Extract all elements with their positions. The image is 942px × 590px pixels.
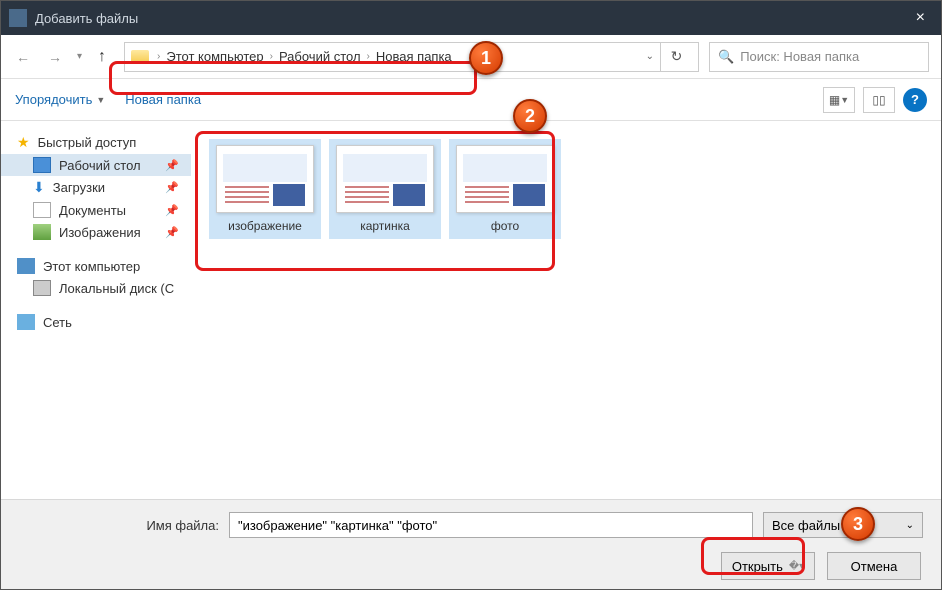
sidebar-item-pictures[interactable]: Изображения 📌 <box>1 221 191 243</box>
chevron-right-icon: › <box>268 51 275 62</box>
breadcrumb-segment[interactable]: Рабочий стол <box>275 49 365 64</box>
filename-label: Имя файла: <box>19 518 219 533</box>
file-list[interactable]: изображение картинка фото <box>191 121 941 501</box>
callout-3: 3 <box>841 507 875 541</box>
refresh-button[interactable]: ↻ <box>660 42 692 72</box>
pc-icon <box>17 258 35 274</box>
window-titlebar: Добавить файлы × <box>1 1 941 35</box>
toolbar: Упорядочить ▼ Новая папка ▦▼ ▯▯ ? <box>1 79 941 121</box>
sidebar-item-downloads[interactable]: ⬇ Загрузки 📌 <box>1 176 191 199</box>
organize-button[interactable]: Упорядочить ▼ <box>15 92 105 107</box>
pin-icon: 📌 <box>165 159 179 172</box>
file-label: изображение <box>228 219 302 233</box>
chevron-down-icon: ▼ <box>96 95 105 105</box>
sidebar-item-local-disk[interactable]: Локальный диск (C <box>1 277 191 299</box>
app-icon <box>9 9 27 27</box>
search-icon: 🔍 <box>718 49 734 65</box>
history-dropdown[interactable]: ▾ <box>73 51 86 62</box>
chevron-down-icon: ⌄ <box>906 520 914 531</box>
view-mode-button[interactable]: ▦▼ <box>823 87 855 113</box>
sidebar-this-pc[interactable]: Этот компьютер <box>1 255 191 277</box>
open-button[interactable]: Открыть �▾ <box>721 552 815 580</box>
thumbnail-icon <box>216 145 314 213</box>
document-icon <box>33 202 51 218</box>
window-title: Добавить файлы <box>35 11 908 26</box>
search-input[interactable]: 🔍 Поиск: Новая папка <box>709 42 929 72</box>
chevron-right-icon: › <box>155 51 162 62</box>
sidebar-item-desktop[interactable]: Рабочий стол 📌 <box>1 154 191 176</box>
new-folder-button[interactable]: Новая папка <box>125 92 201 107</box>
desktop-icon <box>33 157 51 173</box>
star-icon: ★ <box>17 134 30 151</box>
breadcrumb-segment[interactable]: Новая папка <box>372 49 456 64</box>
sidebar-item-documents[interactable]: Документы 📌 <box>1 199 191 221</box>
breadcrumb-segment[interactable]: Этот компьютер <box>162 49 267 64</box>
sidebar-network[interactable]: Сеть <box>1 311 191 333</box>
preview-pane-button[interactable]: ▯▯ <box>863 87 895 113</box>
pictures-icon <box>33 224 51 240</box>
forward-button: → <box>41 43 69 71</box>
cancel-button[interactable]: Отмена <box>827 552 921 580</box>
main-area: ★ Быстрый доступ Рабочий стол 📌 ⬇ Загруз… <box>1 121 941 501</box>
pin-icon: 📌 <box>165 204 179 217</box>
filename-input[interactable] <box>229 512 753 538</box>
help-button[interactable]: ? <box>903 88 927 112</box>
pin-icon: 📌 <box>165 181 179 194</box>
file-item[interactable]: изображение <box>209 139 321 239</box>
thumbnail-icon <box>456 145 554 213</box>
thumbnail-icon <box>336 145 434 213</box>
download-icon: ⬇ <box>33 179 45 196</box>
callout-1: 1 <box>469 41 503 75</box>
file-item[interactable]: картинка <box>329 139 441 239</box>
search-placeholder: Поиск: Новая папка <box>740 49 859 64</box>
address-dropdown-icon[interactable]: ⌄ <box>640 51 660 62</box>
file-item[interactable]: фото <box>449 139 561 239</box>
file-label: картинка <box>360 219 410 233</box>
disk-icon <box>33 280 51 296</box>
up-button[interactable]: ↑ <box>90 45 114 69</box>
callout-2: 2 <box>513 99 547 133</box>
address-bar[interactable]: › Этот компьютер › Рабочий стол › Новая … <box>124 42 699 72</box>
split-dropdown-icon[interactable]: �▾ <box>789 561 804 572</box>
chevron-right-icon: › <box>365 51 372 62</box>
navigation-sidebar: ★ Быстрый доступ Рабочий стол 📌 ⬇ Загруз… <box>1 121 191 501</box>
close-icon[interactable]: × <box>908 9 933 27</box>
network-icon <box>17 314 35 330</box>
back-button[interactable]: ← <box>9 43 37 71</box>
pin-icon: 📌 <box>165 226 179 239</box>
sidebar-quick-access[interactable]: ★ Быстрый доступ <box>1 131 191 154</box>
file-label: фото <box>491 219 519 233</box>
bottom-panel: Имя файла: Все файлы (*.*) ⌄ Открыть �▾ … <box>1 499 941 589</box>
folder-icon <box>131 50 149 64</box>
